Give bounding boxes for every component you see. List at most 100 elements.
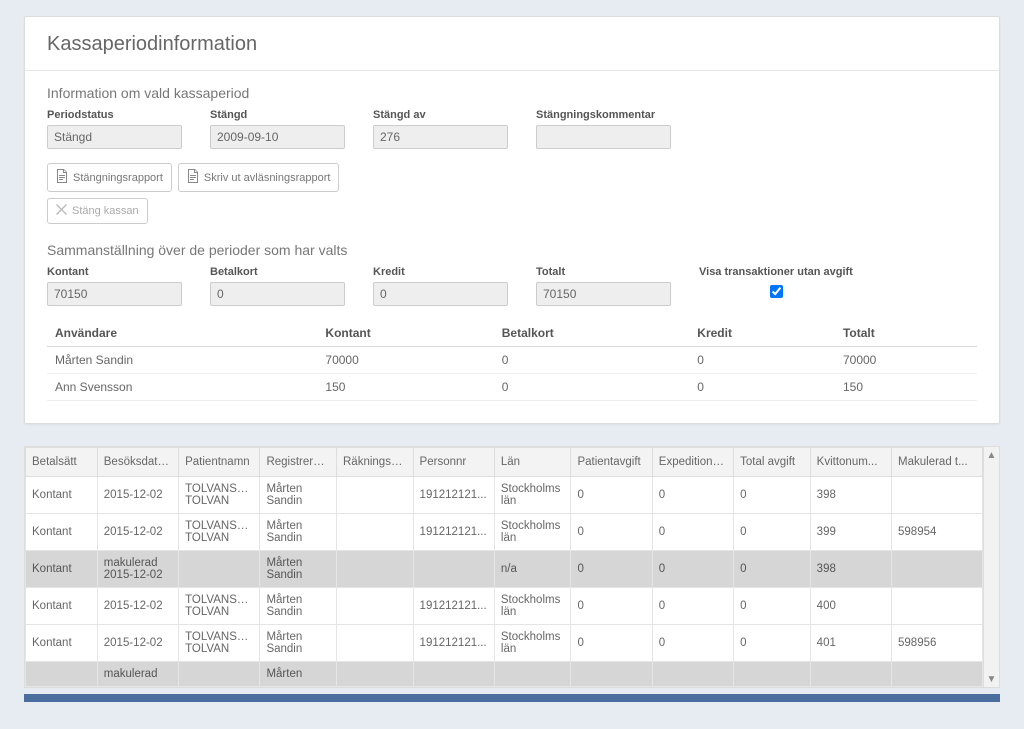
grid-cell-betalsatt: Kontant <box>26 588 98 625</box>
button-row-2: Stäng kassan <box>47 198 977 224</box>
document-icon <box>56 169 68 186</box>
grid-cell-patientavgift: 0 <box>571 551 652 588</box>
document-icon <box>187 169 199 186</box>
grid-cell-rakningsnu <box>337 588 414 625</box>
grid-cell-patientnamn: TOLVANSS... TOLVAN <box>179 625 260 662</box>
kredit-label: Kredit <box>373 266 508 278</box>
grid-cell-personnr <box>413 662 494 687</box>
grid-cell-makulerad <box>892 588 983 625</box>
field-betalkort: Betalkort <box>210 266 345 306</box>
kontant-label: Kontant <box>47 266 182 278</box>
grid-cell-patientnamn <box>179 662 260 687</box>
grid-cell-registrerat: Mårten Sandin <box>260 588 337 625</box>
gh-personnr[interactable]: Personnr <box>413 448 494 477</box>
grid-row[interactable]: Kontant2015-12-02TOLVANSS... TOLVANMårte… <box>26 477 983 514</box>
grid-cell-registrerat: Mårten <box>260 662 337 687</box>
gh-lan[interactable]: Län <box>494 448 571 477</box>
grid-row[interactable]: Kontant2015-12-02TOLVANSS... TOLVANMårte… <box>26 625 983 662</box>
summary-header-row: Användare Kontant Betalkort Kredit Total… <box>47 320 977 347</box>
field-kommentar: Stängningskommentar <box>536 109 671 149</box>
grid-cell-besoksdatum: makulerad <box>97 662 178 687</box>
grid-cell-betalsatt <box>26 662 98 687</box>
grid-scrollbar[interactable]: ▲ ▼ <box>983 447 999 687</box>
visa-checkbox-wrap: Visa transaktioner utan avgift <box>699 266 853 306</box>
stangningsrapport-button[interactable]: Stängningsrapport <box>47 163 172 192</box>
betalkort-label: Betalkort <box>210 266 345 278</box>
grid-cell-registrerat: Mårten Sandin <box>260 514 337 551</box>
grid-row[interactable]: makulerad Mårten <box>26 662 983 687</box>
gh-expeditions[interactable]: Expeditions... <box>652 448 733 477</box>
grid-cell-rakningsnu <box>337 514 414 551</box>
gh-registrerat[interactable]: Registrerat ... <box>260 448 337 477</box>
grid-cell-expeditions: 0 <box>652 551 733 588</box>
field-kredit: Kredit <box>373 266 508 306</box>
close-icon <box>56 204 67 218</box>
kommentar-label: Stängningskommentar <box>536 109 671 121</box>
grid-cell-makulerad <box>892 662 983 687</box>
grid-cell-rakningsnu <box>337 662 414 687</box>
grid-cell-personnr: 191212121... <box>413 477 494 514</box>
hdr-kontant: Kontant <box>317 320 493 347</box>
grid-row[interactable]: Kontant2015-12-02TOLVANSS... TOLVANMårte… <box>26 514 983 551</box>
gh-makulerad[interactable]: Makulerad t... <box>892 448 983 477</box>
field-periodstatus: Periodstatus <box>47 109 182 149</box>
grid-cell-lan <box>494 662 571 687</box>
gh-besoksdatum[interactable]: Besöksdatum <box>97 448 178 477</box>
gh-total-avgift[interactable]: Total avgift <box>734 448 811 477</box>
field-totalt: Totalt <box>536 266 671 306</box>
grid-cell-besoksdatum: 2015-12-02 <box>97 588 178 625</box>
gh-patientavgift[interactable]: Patientavgift <box>571 448 652 477</box>
grid-cell-patientavgift <box>571 662 652 687</box>
grid-cell-besoksdatum: 2015-12-02 <box>97 477 178 514</box>
grid-cell-betalsatt: Kontant <box>26 551 98 588</box>
grid-cell-total_avgift: 0 <box>734 625 811 662</box>
gh-patientnamn[interactable]: Patientnamn <box>179 448 260 477</box>
hdr-betalkort: Betalkort <box>494 320 690 347</box>
grid-cell-expeditions: 0 <box>652 625 733 662</box>
grid-cell-total_avgift: 0 <box>734 588 811 625</box>
grid-cell-betalsatt: Kontant <box>26 477 98 514</box>
kontant-input <box>47 282 182 306</box>
gh-betalsatt[interactable]: Betalsätt <box>26 448 98 477</box>
grid-cell-expeditions <box>652 662 733 687</box>
grid-cell-personnr: 191212121... <box>413 625 494 662</box>
grid-table: Betalsätt Besöksdatum Patientnamn Regist… <box>25 447 983 687</box>
scroll-up-icon[interactable]: ▲ <box>984 447 999 463</box>
grid-cell-registrerat: Mårten Sandin <box>260 625 337 662</box>
stangd-label: Stängd <box>210 109 345 121</box>
grid-cell-patientavgift: 0 <box>571 477 652 514</box>
grid-cell-patientnamn <box>179 551 260 588</box>
stang-kassan-label: Stäng kassan <box>72 205 139 217</box>
grid-row[interactable]: Kontantmakulerad 2015-12-02Mårten Sandin… <box>26 551 983 588</box>
summary-cell-kredit: 0 <box>689 374 835 401</box>
skriv-ut-label: Skriv ut avläsningsrapport <box>204 172 331 184</box>
scroll-down-icon[interactable]: ▼ <box>984 671 999 687</box>
grid-cell-registrerat: Mårten Sandin <box>260 551 337 588</box>
info-field-row: Periodstatus Stängd Stängd av Stängnings… <box>47 109 977 149</box>
gh-kvittonum[interactable]: Kvittonum... <box>810 448 891 477</box>
stangd-av-input <box>373 125 508 149</box>
summary-cell-kontant: 150 <box>317 374 493 401</box>
transactions-grid: Betalsätt Besöksdatum Patientnamn Regist… <box>24 446 1000 688</box>
summary-cell-totalt: 150 <box>835 374 977 401</box>
grid-cell-patientnamn: TOLVANSS... TOLVAN <box>179 588 260 625</box>
periodstatus-input <box>47 125 182 149</box>
grid-cell-makulerad: 598954 <box>892 514 983 551</box>
summary-field-row: Kontant Betalkort Kredit Totalt Visa tra… <box>47 266 977 306</box>
grid-cell-personnr: 191212121... <box>413 514 494 551</box>
grid-cell-patientavgift: 0 <box>571 625 652 662</box>
visa-checkbox[interactable] <box>703 285 850 298</box>
summary-cell-totalt: 70000 <box>835 347 977 374</box>
grid-cell-lan: Stockholms län <box>494 514 571 551</box>
grid-cell-total_avgift: 0 <box>734 477 811 514</box>
field-kontant: Kontant <box>47 266 182 306</box>
skriv-ut-button[interactable]: Skriv ut avläsningsrapport <box>178 163 340 192</box>
betalkort-input <box>210 282 345 306</box>
footer-strip <box>24 694 1000 702</box>
gh-rakningsnu[interactable]: Räkningsnu... <box>337 448 414 477</box>
stang-kassan-button: Stäng kassan <box>47 198 148 224</box>
grid-cell-total_avgift: 0 <box>734 514 811 551</box>
grid-cell-lan: n/a <box>494 551 571 588</box>
field-stangd-av: Stängd av <box>373 109 508 149</box>
grid-row[interactable]: Kontant2015-12-02TOLVANSS... TOLVANMårte… <box>26 588 983 625</box>
